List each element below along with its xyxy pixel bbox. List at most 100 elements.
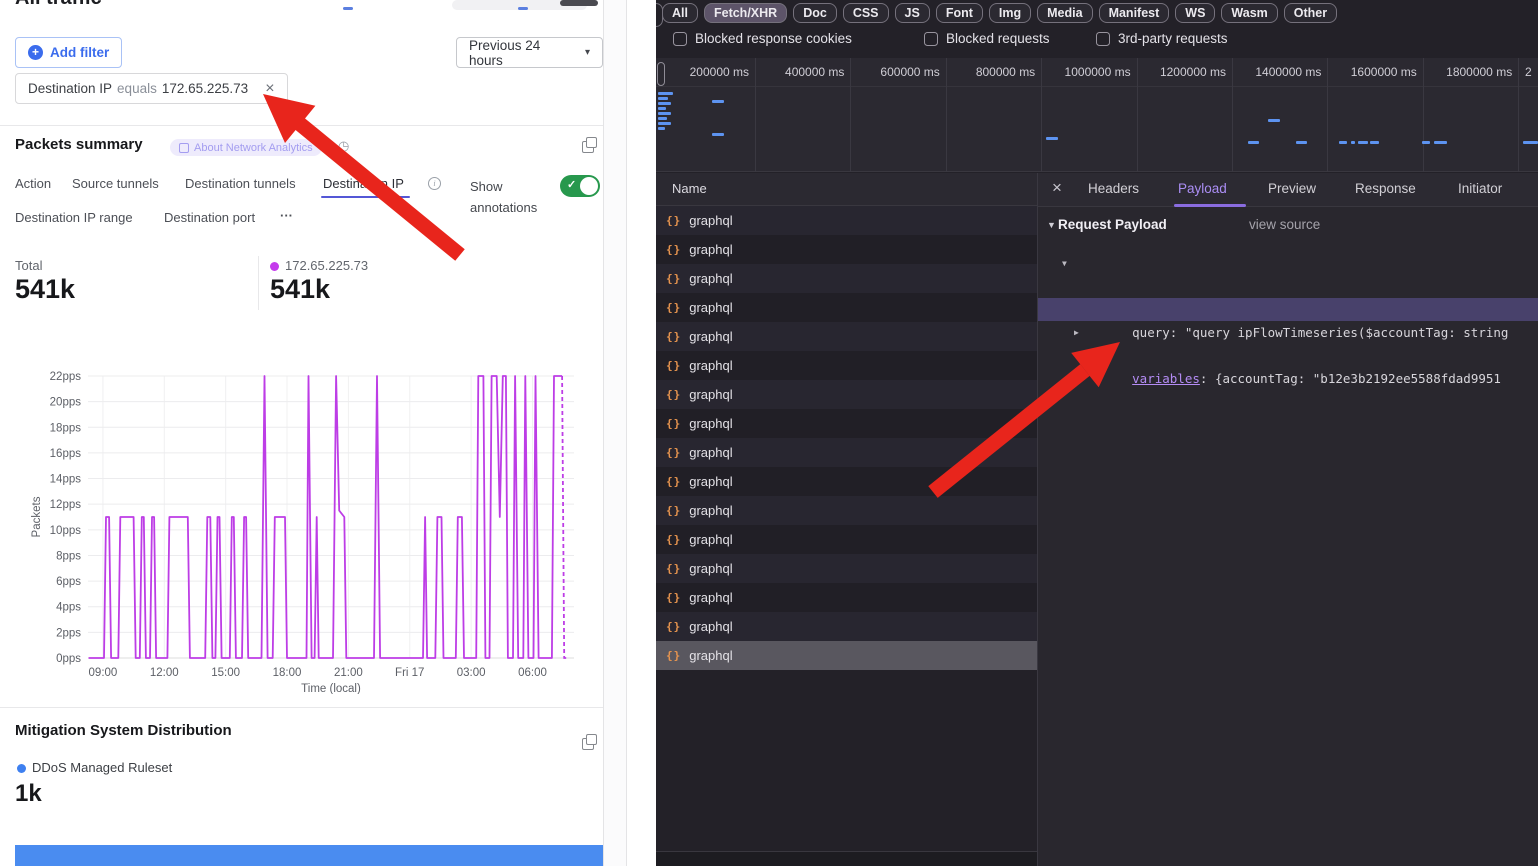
panel-scrollbar[interactable] <box>603 0 627 866</box>
request-row[interactable]: {}graphql <box>656 351 1037 380</box>
plus-icon: + <box>28 45 43 60</box>
request-row-selected[interactable]: {}graphql <box>656 641 1037 670</box>
request-row[interactable]: {}graphql <box>656 554 1037 583</box>
ruler-tick-label: 200000 ms <box>656 65 749 79</box>
request-timing-marker <box>1523 141 1538 144</box>
more-tabs-icon[interactable]: ··· <box>280 208 293 223</box>
payload-tab-headers[interactable]: Headers <box>1088 181 1139 196</box>
request-row[interactable]: {}graphql <box>656 583 1037 612</box>
json-icon: {} <box>666 214 681 227</box>
name-column-header[interactable]: Name <box>656 173 1037 206</box>
filter-chip[interactable]: Destination IP equals 172.65.225.73 × <box>15 73 288 104</box>
filter-pill-css[interactable]: CSS <box>843 3 889 23</box>
json-icon: {} <box>666 649 681 662</box>
popout-icon[interactable] <box>582 141 594 153</box>
request-name: graphql <box>689 242 732 257</box>
check-icon: ✓ <box>567 178 576 191</box>
json-icon: {} <box>666 272 681 285</box>
request-row[interactable]: {}graphql <box>656 438 1037 467</box>
view-source-link[interactable]: view source <box>1249 217 1320 232</box>
checkbox-icon[interactable] <box>1096 32 1110 46</box>
request-row[interactable]: {}graphql <box>656 467 1037 496</box>
request-row[interactable]: {}graphql <box>656 206 1037 235</box>
y-tick-label: 10pps <box>50 525 82 537</box>
filter-pill-other[interactable]: Other <box>1284 3 1337 23</box>
checkbox-icon[interactable] <box>673 32 687 46</box>
checkbox-blocked-response-cookies[interactable]: Blocked response cookies <box>673 31 852 46</box>
popout-icon[interactable] <box>582 738 594 750</box>
close-icon[interactable]: × <box>1052 178 1062 198</box>
request-row[interactable]: {}graphql <box>656 380 1037 409</box>
tab-destination-ip[interactable]: Destination IP <box>323 176 404 191</box>
filter-pill-media[interactable]: Media <box>1037 3 1092 23</box>
request-name: graphql <box>689 329 732 344</box>
payload-tab-response[interactable]: Response <box>1355 181 1416 196</box>
total-value: 541k <box>15 274 75 305</box>
tab-destination-ip-range[interactable]: Destination IP range <box>15 210 133 225</box>
show-annotations-toggle[interactable]: ✓ <box>560 175 600 197</box>
request-row[interactable]: {}graphql <box>656 235 1037 264</box>
request-name: graphql <box>689 300 732 315</box>
y-tick-label: 6pps <box>56 576 81 588</box>
ruler-tick-label: 2 <box>1525 65 1537 79</box>
request-row[interactable]: {}graphql <box>656 409 1037 438</box>
filter-pill-manifest[interactable]: Manifest <box>1099 3 1170 23</box>
add-filter-label: Add filter <box>50 45 109 60</box>
request-row[interactable]: {}graphql <box>656 496 1037 525</box>
filter-pill-wasm[interactable]: Wasm <box>1221 3 1277 23</box>
divider <box>0 707 603 708</box>
tab-destination-port[interactable]: Destination port <box>164 210 255 225</box>
checkbox-3rd-party-requests[interactable]: 3rd-party requests <box>1096 31 1228 46</box>
add-filter-button[interactable]: + Add filter <box>15 37 122 68</box>
network-timeline-overview[interactable]: 200000 ms400000 ms600000 ms800000 ms1000… <box>656 58 1538 172</box>
payload-tab-initiator[interactable]: Initiator <box>1458 181 1502 196</box>
tab-source-tunnels[interactable]: Source tunnels <box>72 176 159 191</box>
checkbox-blocked-requests[interactable]: Blocked requests <box>924 31 1050 46</box>
request-row[interactable]: {}graphql <box>656 525 1037 554</box>
payload-tab-preview[interactable]: Preview <box>1268 181 1316 196</box>
filter-pill-ws[interactable]: WS <box>1175 3 1215 23</box>
collapsed-triangle-icon[interactable]: ▶ <box>1074 321 1079 344</box>
request-timing-marker <box>658 97 668 100</box>
x-tick-label: 18:00 <box>273 667 302 679</box>
payload-line-variables[interactable]: ▶ variables: {accountTag: "b12e3b2192ee5… <box>1038 321 1538 344</box>
payload-line-query[interactable]: query: "query ipFlowTimeseries($accountT… <box>1038 298 1538 321</box>
expanded-triangle-icon[interactable]: ▼ <box>1062 252 1067 275</box>
filter-pill-all[interactable]: All <box>662 3 698 23</box>
json-icon: {} <box>666 620 681 633</box>
json-icon: {} <box>666 301 681 314</box>
request-row[interactable]: {}graphql <box>656 322 1037 351</box>
chevron-down-icon: ▾ <box>585 47 590 58</box>
time-range-label: Previous 24 hours <box>469 38 577 68</box>
payload-line-root[interactable]: ▼ {operationName: "ipFlowTimeseries", va… <box>1038 252 1538 275</box>
filter-pill-fetch-xhr[interactable]: Fetch/XHR <box>704 3 787 23</box>
divider <box>656 86 1538 87</box>
json-icon: {} <box>666 504 681 517</box>
filter-field: Destination IP <box>28 81 112 96</box>
payload-tab-payload[interactable]: Payload <box>1178 181 1227 196</box>
request-row[interactable]: {} graphql <box>656 293 1037 322</box>
filter-pill-img[interactable]: Img <box>989 3 1031 23</box>
request-row[interactable]: {}graphql <box>656 264 1037 293</box>
request-row[interactable]: {}graphql <box>656 612 1037 641</box>
request-timing-marker <box>1358 141 1368 144</box>
filter-pill-doc[interactable]: Doc <box>793 3 837 23</box>
request-timing-marker <box>658 127 665 130</box>
remove-filter-icon[interactable]: × <box>265 81 274 97</box>
collapse-triangle-icon[interactable]: ▼ <box>1047 220 1056 230</box>
request-list: {}graphql{}graphql{}graphql{}graphql{}gr… <box>656 206 1037 670</box>
mitigation-legend-dot <box>17 764 26 773</box>
time-range-dropdown[interactable]: Previous 24 hours ▾ <box>456 37 603 68</box>
tab-destination-tunnels[interactable]: Destination tunnels <box>185 176 296 191</box>
series-value: 541k <box>270 274 330 305</box>
series-label: 172.65.225.73 <box>285 258 368 273</box>
tab-action[interactable]: Action <box>15 176 51 191</box>
payload-line-operation-name[interactable]: operationName: "ipFlowTimeseries" <box>1038 275 1538 298</box>
checkbox-icon[interactable] <box>924 32 938 46</box>
filter-pill-js[interactable]: JS <box>895 3 930 23</box>
filter-pill-font[interactable]: Font <box>936 3 983 23</box>
about-network-analytics-badge[interactable]: About Network Analytics <box>170 139 322 156</box>
request-name: graphql <box>689 561 732 576</box>
info-icon[interactable]: i <box>428 177 441 190</box>
request-timing-marker <box>1422 141 1430 144</box>
